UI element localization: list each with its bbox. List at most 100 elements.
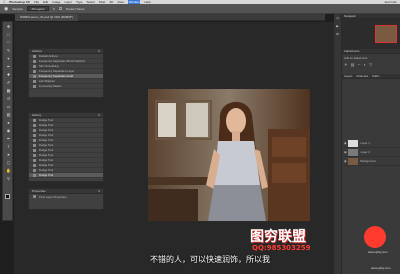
levels-icon[interactable]: ▤ [351,62,355,67]
layers-controls [342,79,400,139]
action-icon [33,69,36,73]
portrait-image [148,89,310,221]
sample-select[interactable]: All Layers [27,6,49,11]
adjustments-area: Add an adjustment ☀ ▤ ∽ ◐ ▽ [342,54,400,74]
stamp-tool-icon[interactable]: ▩ [3,86,14,94]
zoom-tool-icon[interactable]: ⚲ [3,174,14,182]
brush-tool-icon[interactable]: ✐ [3,78,14,86]
panel-menu-icon[interactable]: ≡ [98,189,100,193]
video-subtitle: 不错的人，可以快速润饰，所以我 [150,255,270,264]
layer-name: Layer 0 [360,150,370,154]
history-brush-tool-icon[interactable]: ↺ [3,94,14,102]
action-item[interactable]: Luminosity Masks [29,84,103,89]
protect-tones-label: Protect Tones [66,6,85,11]
dodge-icon [33,148,36,152]
dodge-tool-icon[interactable]: ◉ [4,6,8,12]
dodge-icon [33,153,36,157]
vibrance-icon[interactable]: ▽ [369,62,372,67]
visibility-eye-icon[interactable]: ◉ [344,150,346,154]
navigator-thumbnail[interactable] [342,19,400,49]
layer-thumbnail [348,139,359,147]
folder-icon [33,59,36,63]
layer-row[interactable]: ◉ Background [342,157,400,166]
folder-icon [33,54,36,58]
sample-label: Sample: [12,6,24,11]
protect-tones-checkbox[interactable] [59,7,63,10]
tools-panel: ✥ □ ➰ ✎ ⌖ ✒ ✚ ✐ ▩ ↺ ▭ ▧ ● ◉ ✒ T ➤ ▢ ✋ ⚲ [2,21,13,221]
dodge-icon [33,158,36,162]
lasso-tool-icon[interactable]: ➰ [3,38,14,46]
properties-subtitle-row: Pixel Layer Properties [29,194,103,199]
shape-tool-icon[interactable]: ▢ [3,158,14,166]
type-tool-icon[interactable]: T [3,142,14,150]
properties-panel-title: Properties [32,189,46,193]
options-bar: ◉ Sample: All Layers ✎ Protect Tones [0,4,400,14]
dodge-icon [33,128,36,132]
watermark-site: www.xjfdy.com [368,250,388,254]
panel-menu-icon[interactable]: ≡ [98,113,100,117]
foreground-color-swatch[interactable] [5,194,10,199]
layer-row[interactable]: ◉ Layer 1 [342,139,400,148]
layer-name: Layer 1 [360,141,370,145]
blur-tool-icon[interactable]: ● [3,118,14,126]
quick-select-tool-icon[interactable]: ✎ [3,46,14,54]
curves-icon[interactable]: ∽ [357,62,360,67]
layer-thumbnail [348,157,359,165]
panel-menu-icon[interactable]: ≡ [98,49,100,53]
canvas-photo[interactable] [148,89,310,221]
visibility-eye-icon[interactable]: ◉ [344,159,346,163]
layer-row[interactable]: ◉ Layer 0 [342,148,400,157]
history-dock-icon[interactable]: ◷ [334,14,341,22]
layer-name: Background [360,159,376,163]
dodge-icon [33,168,36,172]
tab-paths[interactable]: Paths [372,74,379,78]
healing-tool-icon[interactable]: ✚ [3,70,14,78]
adjustments-subtitle: Add an adjustment [344,56,368,60]
visibility-eye-icon[interactable]: ◉ [344,141,346,145]
gradient-tool-icon[interactable]: ▧ [3,110,14,118]
actions-panel-title: Actions [32,49,42,53]
document-tabs: WORKLauren_01.psd @ 33% (RGB/8*) [15,14,325,21]
exposure-icon[interactable]: ◐ [364,62,366,67]
properties-panel: Properties ≡ Pixel Layer Properties [28,188,104,210]
dodge-tool-button-icon[interactable]: ◉ [3,126,14,134]
eraser-tool-icon[interactable]: ▭ [3,102,14,110]
path-select-tool-icon[interactable]: ➤ [3,150,14,158]
eyedropper-tool-icon[interactable]: ✒ [3,62,14,70]
watermark-qq: QQ:985303259 [252,244,311,252]
document-tab[interactable]: WORKLauren_01.psd @ 33% (RGB/8*) [15,14,79,21]
layer-thumbnail [348,148,359,156]
dodge-icon [33,138,36,142]
navigator-preview [375,25,397,43]
pixel-layer-icon [33,195,36,198]
actions-panel: Actions ≡ Default Actions Frequency Sepa… [28,48,104,98]
properties-dock-icon[interactable]: ⚙ [334,30,341,38]
tab-navigator[interactable]: Navigator [344,14,356,18]
dodge-icon [33,123,36,127]
dodge-icon [33,163,36,167]
folder-icon [33,64,36,68]
watermark-logo-icon [364,226,386,248]
dodge-icon [33,143,36,147]
watermark-title: 图穷联盟 [250,229,306,245]
airbrush-icon[interactable]: ✎ [53,7,56,11]
watermark-site-bottom: www.xjfdy.com [371,266,391,270]
crop-tool-icon[interactable]: ⌖ [3,54,14,62]
tab-adjustments[interactable]: Adjustments [344,49,359,53]
history-panel: History ≡ Dodge Tool Dodge Tool Dodge To… [28,112,104,182]
dodge-icon [33,118,36,122]
tab-channels[interactable]: Channels [356,74,368,78]
folder-icon [33,84,36,88]
action-icon [33,74,36,78]
actions-dock-icon[interactable]: ▶ [334,22,341,30]
marquee-tool-icon[interactable]: □ [3,30,14,38]
pen-tool-icon[interactable]: ✒ [3,134,14,142]
move-tool-icon[interactable]: ✥ [3,22,14,30]
history-panel-title: History [32,113,42,117]
hand-tool-icon[interactable]: ✋ [3,166,14,174]
brightness-icon[interactable]: ☀ [344,62,348,67]
adjustment-icons: ☀ ▤ ∽ ◐ ▽ [344,62,398,67]
history-state-selected[interactable]: Dodge Tool [29,173,103,178]
tab-layers[interactable]: Layers [344,74,352,78]
action-icon [33,79,36,83]
